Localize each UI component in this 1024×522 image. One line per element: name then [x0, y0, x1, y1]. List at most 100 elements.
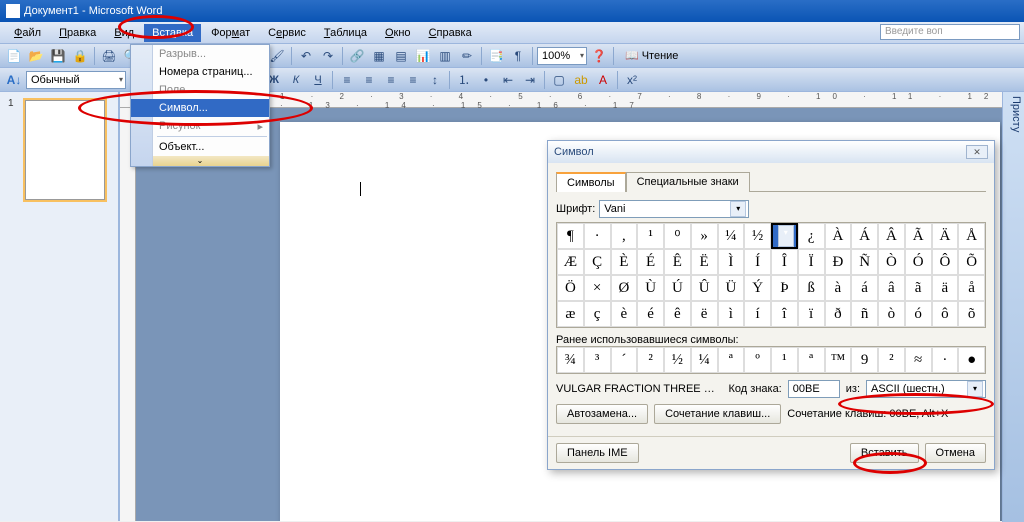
menu-item-page-numbers[interactable]: Номера страниц...: [131, 63, 269, 81]
line-spacing-icon[interactable]: ↕: [425, 70, 445, 90]
char-cell[interactable]: ⁰: [664, 223, 691, 249]
permissions-icon[interactable]: 🔒: [70, 46, 90, 66]
tab-symbols[interactable]: Символы: [556, 172, 626, 192]
char-cell[interactable]: ¼: [718, 223, 745, 249]
increase-indent-icon[interactable]: ⇥: [520, 70, 540, 90]
char-cell[interactable]: Ð: [825, 249, 852, 275]
char-code-input[interactable]: 00BE: [788, 380, 840, 398]
char-cell[interactable]: ,: [611, 223, 638, 249]
char-cell[interactable]: è: [611, 301, 638, 327]
char-cell[interactable]: á: [851, 275, 878, 301]
save-icon[interactable]: 💾: [48, 46, 68, 66]
char-cell[interactable]: ð: [825, 301, 852, 327]
char-cell[interactable]: Ã: [905, 223, 932, 249]
recent-char-cell[interactable]: ·: [932, 347, 959, 373]
recent-char-cell[interactable]: ¾: [557, 347, 584, 373]
char-cell[interactable]: î: [771, 301, 798, 327]
char-cell[interactable]: ì: [718, 301, 745, 327]
char-cell[interactable]: ï: [798, 301, 825, 327]
menu-file[interactable]: Файл: [6, 24, 49, 42]
align-left-icon[interactable]: ≡: [337, 70, 357, 90]
font-select[interactable]: Vani: [599, 200, 749, 218]
char-cell[interactable]: é: [637, 301, 664, 327]
menu-item-field[interactable]: Поле...: [131, 81, 269, 99]
redo-icon[interactable]: ↷: [318, 46, 338, 66]
char-cell[interactable]: Ê: [664, 249, 691, 275]
highlight-icon[interactable]: ab: [571, 70, 591, 90]
drawing-icon[interactable]: ✏: [457, 46, 477, 66]
char-cell[interactable]: ô: [932, 301, 959, 327]
char-cell[interactable]: Ù: [637, 275, 664, 301]
recent-characters-grid[interactable]: ¾³´²½¼ªº¹ª™9²≈·●: [556, 346, 986, 374]
char-cell[interactable]: â: [878, 275, 905, 301]
char-cell[interactable]: ñ: [851, 301, 878, 327]
char-cell[interactable]: ½: [744, 223, 771, 249]
recent-char-cell[interactable]: ²: [637, 347, 664, 373]
justify-icon[interactable]: ≡: [403, 70, 423, 90]
recent-char-cell[interactable]: ª: [718, 347, 745, 373]
recent-char-cell[interactable]: ¹: [771, 347, 798, 373]
character-grid[interactable]: ¶·,¹⁰»¼½¾¿ÀÁÂÃÄÅÆÇÈÉÊËÌÍÎÏÐÑÒÓÔÕÖ×ØÙÚÛÜÝ…: [556, 222, 986, 328]
char-cell[interactable]: È: [611, 249, 638, 275]
from-select[interactable]: ASCII (шестн.): [866, 380, 986, 398]
menu-insert[interactable]: Вставка: [144, 24, 201, 42]
char-cell[interactable]: Ø: [611, 275, 638, 301]
new-doc-icon[interactable]: 📄: [4, 46, 24, 66]
char-cell[interactable]: à: [825, 275, 852, 301]
undo-icon[interactable]: ↶: [296, 46, 316, 66]
char-cell[interactable]: Ý: [744, 275, 771, 301]
recent-char-cell[interactable]: ´: [611, 347, 638, 373]
char-cell[interactable]: Ó: [905, 249, 932, 275]
decrease-indent-icon[interactable]: ⇤: [498, 70, 518, 90]
dialog-titlebar[interactable]: Символ ✕: [548, 141, 994, 163]
align-right-icon[interactable]: ≡: [381, 70, 401, 90]
recent-char-cell[interactable]: ½: [664, 347, 691, 373]
insert-button[interactable]: Вставить: [850, 443, 919, 463]
char-cell[interactable]: Í: [744, 249, 771, 275]
recent-char-cell[interactable]: ³: [584, 347, 611, 373]
zoom-combo[interactable]: 100%: [537, 47, 587, 65]
char-cell[interactable]: ¶: [557, 223, 584, 249]
reading-layout-button[interactable]: 📖 Чтение: [618, 47, 685, 65]
recent-char-cell[interactable]: º: [744, 347, 771, 373]
dialog-close-button[interactable]: ✕: [966, 145, 988, 159]
menu-view[interactable]: Вид: [106, 24, 142, 42]
open-icon[interactable]: 📂: [26, 46, 46, 66]
char-cell[interactable]: Á: [851, 223, 878, 249]
char-cell[interactable]: ó: [905, 301, 932, 327]
insert-table-icon[interactable]: ▤: [391, 46, 411, 66]
ime-panel-button[interactable]: Панель IME: [556, 443, 639, 463]
menu-item-symbol[interactable]: Символ...: [131, 99, 269, 117]
char-cell[interactable]: É: [637, 249, 664, 275]
help-search-input[interactable]: Введите воп: [880, 24, 1020, 40]
menu-window[interactable]: Окно: [377, 24, 419, 42]
columns-icon[interactable]: ▥: [435, 46, 455, 66]
recent-char-cell[interactable]: ª: [798, 347, 825, 373]
char-cell[interactable]: ¿: [798, 223, 825, 249]
font-color-icon[interactable]: A: [593, 70, 613, 90]
char-cell[interactable]: Æ: [557, 249, 584, 275]
menu-table[interactable]: Таблица: [316, 24, 375, 42]
char-cell[interactable]: å: [958, 275, 985, 301]
char-cell[interactable]: Ï: [798, 249, 825, 275]
superscript-icon[interactable]: x²: [622, 70, 642, 90]
char-cell[interactable]: ¾: [771, 223, 798, 249]
char-cell[interactable]: Î: [771, 249, 798, 275]
shortcut-key-button[interactable]: Сочетание клавиш...: [654, 404, 781, 424]
char-cell[interactable]: Ë: [691, 249, 718, 275]
char-cell[interactable]: Ü: [718, 275, 745, 301]
menu-edit[interactable]: Правка: [51, 24, 104, 42]
numbered-list-icon[interactable]: ⒈: [454, 70, 474, 90]
recent-char-cell[interactable]: ™: [825, 347, 852, 373]
format-painter-icon[interactable]: 🖌: [267, 46, 287, 66]
char-cell[interactable]: Ú: [664, 275, 691, 301]
char-cell[interactable]: Ô: [932, 249, 959, 275]
char-cell[interactable]: ä: [932, 275, 959, 301]
show-marks-icon[interactable]: ¶: [508, 46, 528, 66]
char-cell[interactable]: Â: [878, 223, 905, 249]
menu-item-break[interactable]: Разрыв...: [131, 45, 269, 63]
char-cell[interactable]: ê: [664, 301, 691, 327]
underline-icon[interactable]: Ч: [308, 70, 328, 90]
vertical-ruler[interactable]: [120, 108, 136, 521]
menu-help[interactable]: Справка: [421, 24, 480, 42]
